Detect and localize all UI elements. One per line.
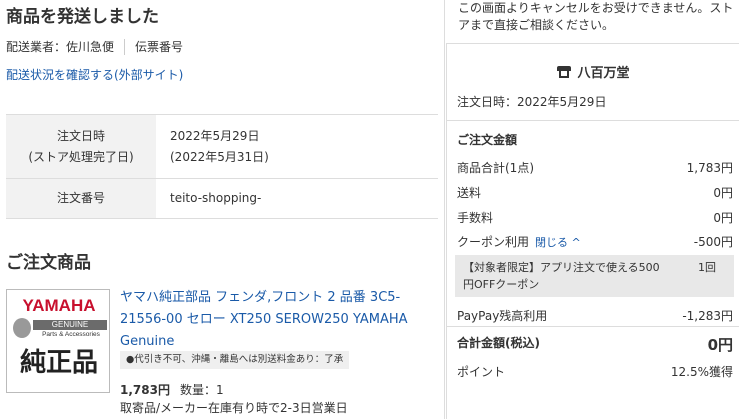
order-date-label: 注文日時: [56, 128, 105, 143]
coupon-close-toggle[interactable]: 閉じる ^: [535, 236, 581, 249]
cancel-note: この画面よりキャンセルをお受けできません。ストアまで直接ご相談ください。: [458, 1, 734, 32]
coupon-label: クーポン利用: [457, 235, 530, 249]
tracking-status-link[interactable]: 配送状況を確認する(外部サイト): [6, 66, 183, 83]
total-value: 0円: [707, 336, 733, 354]
product-price-line: 1,783円 数量：1: [120, 381, 224, 398]
coupon-value: -500円: [693, 235, 733, 249]
points-label: ポイント: [457, 365, 506, 379]
coupon-row: クーポン利用 閉じる ^ -500円: [457, 233, 733, 250]
store-header: 八百万堂: [447, 62, 739, 81]
column-divider: [444, 0, 445, 419]
amount-title: ご注文金額: [457, 133, 518, 147]
product-option-note: ●代引き不可、沖縄・離島へは別送料金あり：了承: [120, 351, 350, 369]
order-number-value: teito-shopping-: [170, 191, 262, 205]
total-row: 合計金額(税込) 0円: [457, 334, 733, 355]
total-label: 合計金額(税込): [457, 336, 540, 350]
shipping-value: 0円: [713, 186, 733, 200]
points-row: ポイント 12.5%獲得: [457, 363, 733, 380]
coupon-detail-text: 【対象者限定】アプリ注文で使える500円OFFクーポン: [463, 261, 660, 291]
table-row: 注文日時 (ストア処理完了日) 2022年5月29日 (2022年5月31日): [6, 115, 438, 179]
fee-row: 手数料 0円: [457, 209, 733, 226]
divider: [124, 38, 126, 55]
subtotal-value: 1,783円: [686, 161, 733, 175]
paypay-value: -1,283円: [682, 309, 733, 323]
order-number-header: 注文番号: [6, 179, 156, 218]
order-number-cell: teito-shopping-: [156, 179, 438, 218]
carrier-info: 配送業者：佐川急便 伝票番号: [6, 38, 183, 55]
summary-order-date: 注文日時：2022年5月29日: [457, 95, 607, 109]
delivery-estimate: 取寄品/メーカー在庫有り時で2-3日営業日: [120, 401, 348, 415]
fee-value: 0円: [713, 211, 733, 225]
shipping-label: 送料: [457, 186, 482, 200]
paypay-label: PayPay残高利用: [457, 309, 548, 323]
table-row: 注文番号 teito-shopping-: [6, 179, 438, 219]
order-summary-panel: 八百万堂 注文日時：2022年5月29日 ご注文金額 商品合計(1点) 1,78…: [446, 43, 739, 419]
divider: [447, 326, 739, 327]
product-name-link[interactable]: ヤマハ純正部品 フェンダ,フロント 2 品番 3C5-21556-00 セロー …: [120, 287, 438, 353]
tracking-number-label: 伝票番号: [135, 40, 184, 54]
paypay-row: PayPay残高利用 -1,283円: [457, 307, 733, 324]
coupon-detail-box: 【対象者限定】アプリ注文で使える500円OFFクーポン 1回: [455, 255, 734, 297]
order-date-header: 注文日時 (ストア処理完了日): [6, 115, 156, 178]
genuine-label: GENUINE: [33, 320, 107, 330]
order-detail-main: 商品を発送しました 配送業者：佐川急便 伝票番号 配送状況を確認する(外部サイト…: [0, 0, 444, 419]
product-quantity: 数量：1: [179, 383, 224, 397]
genuine-parts-text: 純正品: [19, 348, 98, 378]
tuning-fork-logo-icon: [13, 318, 31, 338]
ordered-products-title: ご注文商品: [6, 253, 91, 273]
points-value: 12.5%獲得: [670, 365, 733, 379]
shipping-row: 送料 0円: [457, 184, 733, 201]
order-info-table: 注文日時 (ストア処理完了日) 2022年5月29日 (2022年5月31日) …: [6, 114, 438, 219]
brand-logo: YAMAHA: [22, 296, 96, 315]
parts-label: Parts & Accessories: [42, 331, 100, 338]
coupon-count: 1回: [698, 261, 716, 274]
order-date-value: 2022年5月29日: [170, 128, 260, 143]
subtotal-label: 商品合計(1点): [457, 161, 534, 175]
store-complete-value: (2022年5月31日): [170, 149, 269, 164]
subtotal-row: 商品合計(1点) 1,783円: [457, 159, 733, 176]
fee-label: 手数料: [457, 211, 494, 225]
carrier-name: 配送業者：佐川急便: [6, 40, 115, 54]
shipment-title: 商品を発送しました: [6, 7, 159, 27]
order-number-label: 注文番号: [56, 191, 105, 205]
store-icon: [557, 65, 572, 78]
store-complete-label: (ストア処理完了日): [28, 149, 134, 164]
order-date-cell: 2022年5月29日 (2022年5月31日): [156, 115, 438, 178]
product-price: 1,783円: [120, 383, 170, 397]
divider: [447, 120, 739, 121]
coupon-label-group: クーポン利用 閉じる ^: [457, 233, 581, 250]
store-name[interactable]: 八百万堂: [577, 62, 629, 81]
product-image[interactable]: YAMAHA GENUINE Parts & Accessories 純正品: [6, 289, 110, 393]
